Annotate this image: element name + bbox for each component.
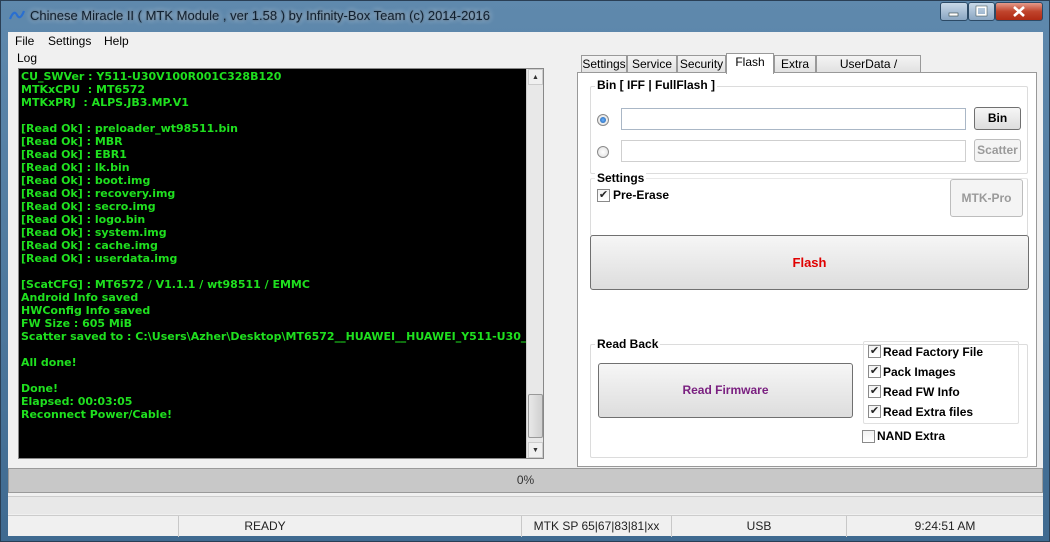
read-factory-file-label: Read Factory File bbox=[883, 345, 984, 359]
log-line: FW Size : 605 MiB bbox=[21, 317, 132, 330]
maximize-button[interactable] bbox=[968, 2, 995, 21]
log-label: Log bbox=[17, 51, 38, 65]
tab-flash[interactable]: Flash bbox=[726, 53, 774, 74]
pack-images-label: Pack Images bbox=[883, 365, 956, 379]
readback-group-label: Read Back bbox=[595, 337, 661, 351]
menu-bar: File Settings Help bbox=[8, 32, 1043, 51]
check-icon: ✔ bbox=[598, 189, 609, 201]
read-extra-files-label: Read Extra files bbox=[883, 405, 974, 419]
log-text: CU_SWVer : Y511-U30V100R001C328B120 MTKxC… bbox=[21, 70, 526, 458]
log-line: Reconnect Power/Cable! bbox=[21, 408, 173, 421]
title-bar: Chinese Miracle II ( MTK Module , ver 1.… bbox=[1, 1, 1049, 31]
maximize-icon bbox=[975, 5, 988, 17]
pre-erase-checkbox[interactable]: ✔ bbox=[597, 189, 610, 202]
check-icon: ✔ bbox=[869, 345, 880, 357]
status-chipsets: MTK SP 65|67|83|81|xx bbox=[521, 516, 671, 537]
scroll-thumb[interactable] bbox=[528, 394, 543, 438]
scroll-up-icon[interactable]: ▲ bbox=[528, 69, 543, 85]
log-line: [Read Ok] : cache.img bbox=[21, 239, 158, 252]
main-window: Chinese Miracle II ( MTK Module , ver 1.… bbox=[0, 0, 1050, 542]
bin-radio[interactable] bbox=[597, 114, 609, 126]
bin-button[interactable]: Bin bbox=[974, 107, 1021, 130]
scatter-radio[interactable] bbox=[597, 146, 609, 158]
log-line: [Read Ok] : preloader_wt98511.bin bbox=[21, 122, 238, 135]
scroll-down-icon[interactable]: ▼ bbox=[528, 442, 543, 458]
close-button[interactable] bbox=[995, 2, 1043, 21]
log-scrollbar[interactable]: ▲ ▼ bbox=[526, 69, 543, 458]
log-line: Scatter saved to : C:\Users\Azher\Deskto… bbox=[21, 330, 526, 343]
log-line: [Read Ok] : system.img bbox=[21, 226, 167, 239]
flash-tab-panel: Bin [ IFF | FullFlash ] Bin Scatter Sett… bbox=[577, 72, 1037, 467]
read-firmware-button[interactable]: Read Firmware bbox=[598, 363, 853, 418]
log-line: [Read Ok] : boot.img bbox=[21, 174, 151, 187]
app-icon bbox=[9, 10, 25, 20]
check-icon: ✔ bbox=[869, 385, 880, 397]
log-line: [Read Ok] : MBR bbox=[21, 135, 123, 148]
log-line: [Read Ok] : lk.bin bbox=[21, 161, 130, 174]
read-factory-file-checkbox[interactable]: ✔ bbox=[868, 345, 881, 358]
log-line: CU_SWVer : Y511-U30V100R001C328B120 bbox=[21, 70, 282, 83]
menu-file[interactable]: File bbox=[15, 34, 34, 48]
tab-service[interactable]: Service bbox=[627, 55, 677, 73]
menu-help[interactable]: Help bbox=[104, 34, 129, 48]
log-line: Android Info saved bbox=[21, 291, 139, 304]
nand-extra-label: NAND Extra bbox=[877, 429, 946, 443]
log-line: All done! bbox=[21, 356, 77, 369]
log-line: [Read Ok] : secro.img bbox=[21, 200, 156, 213]
log-line: [Read Ok] : userdata.img bbox=[21, 252, 178, 265]
bin-path-input[interactable] bbox=[621, 108, 966, 130]
scatter-path-input[interactable] bbox=[621, 140, 966, 162]
pack-images-checkbox[interactable]: ✔ bbox=[868, 365, 881, 378]
log-line: [Read Ok] : EBR1 bbox=[21, 148, 127, 161]
nand-extra-checkbox[interactable] bbox=[862, 430, 875, 443]
log-line: Elapsed: 00:03:05 bbox=[21, 395, 133, 408]
log-line: MTKxCPU : MT6572 bbox=[21, 83, 146, 96]
status-bar: READY MTK SP 65|67|83|81|xx USB 9:24:51 … bbox=[8, 515, 1043, 537]
log-line: [Read Ok] : logo.bin bbox=[21, 213, 146, 226]
minimize-button[interactable] bbox=[940, 2, 968, 21]
tab-extra[interactable]: Extra bbox=[774, 55, 816, 73]
tab-settings[interactable]: Settings bbox=[581, 55, 627, 73]
log-line: HWConfig Info saved bbox=[21, 304, 151, 317]
bin-group-label: Bin [ IFF | FullFlash ] bbox=[595, 78, 718, 92]
minimize-icon bbox=[948, 12, 959, 17]
status-time: 9:24:51 AM bbox=[846, 516, 1043, 537]
pre-erase-label: Pre-Erase bbox=[613, 188, 670, 202]
log-panel[interactable]: CU_SWVer : Y511-U30V100R001C328B120 MTKxC… bbox=[18, 68, 544, 459]
tab-userdata-forensic[interactable]: UserData / Forensic bbox=[816, 55, 921, 87]
check-icon: ✔ bbox=[869, 405, 880, 417]
read-fw-info-label: Read FW Info bbox=[883, 385, 960, 399]
settings-group-label: Settings bbox=[595, 171, 647, 185]
read-fw-info-checkbox[interactable]: ✔ bbox=[868, 385, 881, 398]
close-icon bbox=[1013, 6, 1025, 17]
flash-button[interactable]: Flash bbox=[590, 235, 1029, 290]
check-icon: ✔ bbox=[869, 365, 880, 377]
tab-security[interactable]: Security bbox=[677, 55, 726, 73]
progress-bar: 0% bbox=[8, 468, 1043, 493]
status-spacer bbox=[351, 516, 521, 537]
client-area: File Settings Help Log CU_SWVer : Y511-U… bbox=[8, 32, 1043, 537]
log-line: MTKxPRJ : ALPS.JB3.MP.V1 bbox=[21, 96, 189, 109]
read-extra-files-checkbox[interactable]: ✔ bbox=[868, 405, 881, 418]
status-connection: USB bbox=[671, 516, 846, 537]
status-cell-empty bbox=[8, 516, 178, 537]
menu-settings[interactable]: Settings bbox=[48, 34, 91, 48]
status-strip bbox=[8, 496, 1043, 514]
mtk-pro-button[interactable]: MTK-Pro bbox=[950, 179, 1023, 217]
scatter-button[interactable]: Scatter bbox=[974, 139, 1021, 162]
log-line: Done! bbox=[21, 382, 58, 395]
log-line: [Read Ok] : recovery.img bbox=[21, 187, 176, 200]
status-state: READY bbox=[178, 516, 351, 537]
log-line: [ScatCFG] : MT6572 / V1.1.1 / wt98511 / … bbox=[21, 278, 310, 291]
window-title: Chinese Miracle II ( MTK Module , ver 1.… bbox=[30, 8, 491, 23]
